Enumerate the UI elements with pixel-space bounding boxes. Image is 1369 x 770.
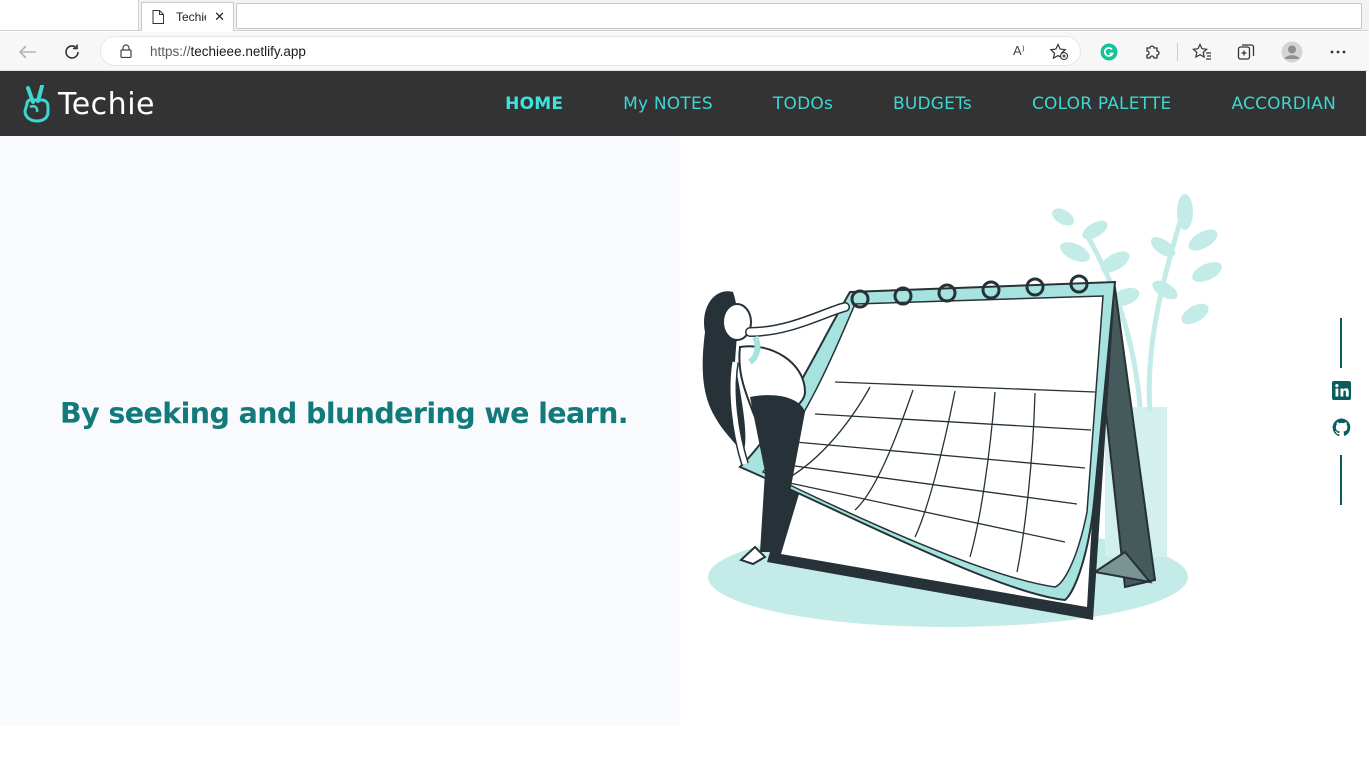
back-arrow-icon	[19, 45, 36, 59]
peace-hand-icon	[23, 85, 50, 123]
tabstrip-empty-area	[236, 3, 1362, 29]
url-protocol: https://	[150, 44, 191, 59]
refresh-button[interactable]	[60, 40, 84, 64]
more-dots-icon	[1330, 50, 1346, 54]
social-line-bottom	[1340, 455, 1342, 505]
avatar-icon	[1281, 41, 1303, 63]
nav-links: HOME My NOTES TODOs BUDGETs COLOR PALETT…	[445, 71, 1336, 136]
browser-toolbar: https://techieee.netlify.app A⁾	[0, 32, 1369, 71]
brand-name: Techie	[58, 86, 155, 122]
puzzle-icon	[1146, 45, 1160, 59]
nav-home[interactable]: HOME	[505, 94, 563, 114]
favorites-list-icon	[1192, 43, 1211, 60]
nav-todos[interactable]: TODOs	[773, 94, 833, 114]
hero-tagline: By seeking and blundering we learn.	[60, 397, 629, 430]
nav-accordian[interactable]: ACCORDIAN	[1231, 94, 1336, 114]
extensions-button[interactable]	[1141, 40, 1165, 64]
browser-tab[interactable]: Techie ✕	[141, 2, 234, 31]
read-aloud-icon[interactable]: A⁾	[1013, 43, 1025, 59]
site-navbar: Techie HOME My NOTES TODOs BUDGETs COLOR…	[0, 71, 1366, 136]
github-icon[interactable]	[1332, 418, 1351, 437]
nav-budgets[interactable]: BUDGETs	[893, 94, 972, 114]
calendar-illustration	[702, 194, 1222, 627]
tab-title: Techie	[176, 10, 206, 24]
url-text[interactable]: https://techieee.netlify.app	[150, 44, 306, 59]
grammarly-button[interactable]	[1097, 40, 1121, 64]
hero-section: By seeking and blundering we learn.	[0, 136, 1366, 726]
profile-button[interactable]	[1280, 40, 1304, 64]
brand-logo[interactable]: Techie	[22, 85, 155, 123]
url-host: techieee.netlify.app	[190, 44, 306, 59]
browser-tabstrip: Techie ✕	[0, 0, 1369, 31]
grammarly-icon	[1100, 43, 1118, 61]
add-favorite-icon[interactable]	[1049, 43, 1069, 61]
collections-icon	[1237, 44, 1255, 60]
tab-close-icon[interactable]: ✕	[214, 9, 225, 25]
linkedin-icon[interactable]	[1332, 381, 1351, 400]
social-links	[1328, 318, 1356, 508]
address-bar[interactable]: https://techieee.netlify.app A⁾	[100, 36, 1081, 66]
favorites-button[interactable]	[1190, 40, 1214, 64]
more-button[interactable]	[1326, 40, 1350, 64]
collections-button[interactable]	[1234, 40, 1258, 64]
lock-icon	[120, 44, 132, 58]
refresh-icon	[65, 44, 79, 59]
social-line-top	[1340, 318, 1342, 368]
tabstrip-blank	[0, 0, 139, 31]
nav-color-palette[interactable]: COLOR PALETTE	[1032, 94, 1172, 114]
nav-my-notes[interactable]: My NOTES	[623, 94, 713, 114]
back-button[interactable]	[16, 40, 40, 64]
toolbar-separator	[1177, 43, 1178, 61]
page-icon	[152, 10, 164, 24]
